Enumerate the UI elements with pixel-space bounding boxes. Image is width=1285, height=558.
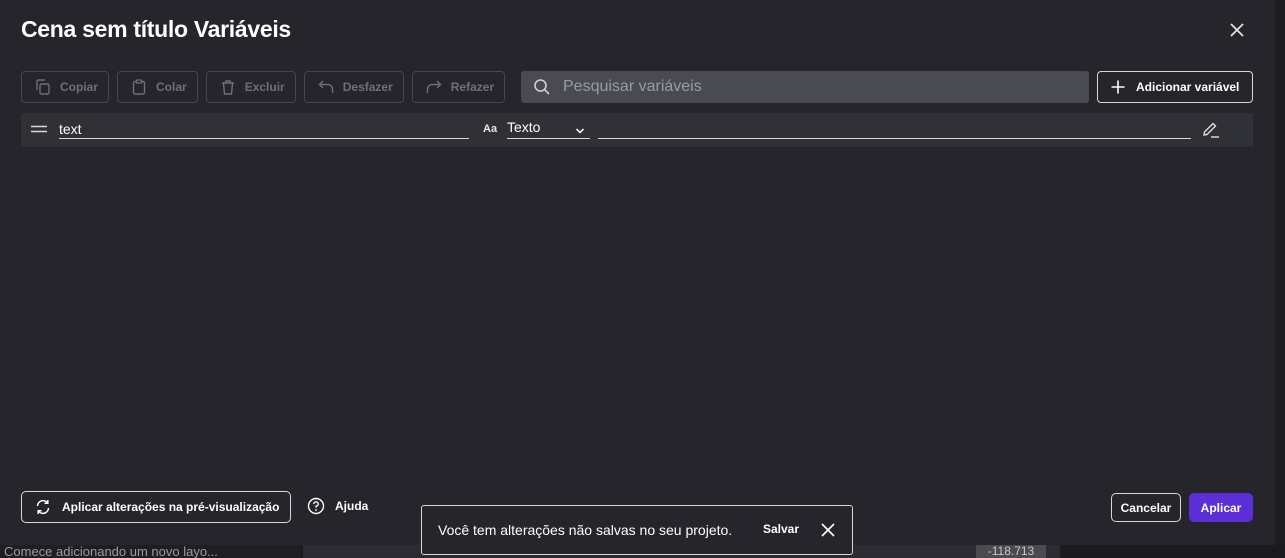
- variable-name-field[interactable]: text: [59, 117, 469, 139]
- paste-button[interactable]: Colar: [117, 71, 198, 103]
- close-icon[interactable]: [820, 522, 836, 538]
- redo-button[interactable]: Refazer: [411, 71, 506, 103]
- help-icon: [307, 497, 325, 515]
- layer-hint: Comece adicionando um novo layo...: [0, 545, 300, 558]
- variable-type-value: Texto: [507, 119, 541, 135]
- undo-button[interactable]: Desfazer: [303, 71, 404, 103]
- variable-type-select[interactable]: Texto: [507, 117, 590, 139]
- plus-icon: [1111, 80, 1125, 94]
- apply-preview-label: Aplicar alterações na pré-visualização: [62, 500, 280, 514]
- copy-icon: [36, 79, 50, 95]
- undo-label: Desfazer: [342, 80, 393, 94]
- unsaved-changes-toast: Você tem alterações não salvas no seu pr…: [421, 505, 853, 555]
- close-icon[interactable]: [1227, 20, 1247, 40]
- redo-label: Refazer: [450, 80, 495, 94]
- copy-button[interactable]: Copiar: [21, 71, 110, 103]
- search-box: [521, 71, 1089, 103]
- cancel-button[interactable]: Cancelar: [1111, 493, 1181, 522]
- variable-row: text Aa Texto: [21, 113, 1253, 147]
- chevron-down-icon: [575, 128, 585, 134]
- toast-save-button[interactable]: Salvar: [763, 522, 799, 536]
- help-button[interactable]: Ajuda: [307, 497, 368, 515]
- redo-icon: [426, 80, 442, 93]
- search-icon: [534, 79, 550, 95]
- delete-label: Excluir: [244, 80, 285, 94]
- window-edge: [1275, 0, 1285, 558]
- undo-icon: [318, 80, 333, 93]
- text-type-icon: Aa: [483, 123, 497, 135]
- copy-label: Copiar: [60, 80, 99, 94]
- toolbar: Copiar Colar Excluir Desfazer Refazer: [21, 71, 506, 103]
- dialog-title: Cena sem título Variáveis: [21, 16, 291, 42]
- variables-dialog: Cena sem título Variáveis Copiar Colar E…: [0, 0, 1275, 545]
- edit-pencil-icon[interactable]: [1201, 121, 1221, 139]
- add-variable-button[interactable]: Adicionar variável: [1097, 71, 1253, 103]
- toast-message: Você tem alterações não salvas no seu pr…: [438, 522, 733, 538]
- delete-button[interactable]: Excluir: [205, 71, 296, 103]
- drag-handle-icon[interactable]: [31, 124, 47, 134]
- clipboard-icon: [132, 79, 146, 95]
- help-label: Ajuda: [335, 499, 369, 513]
- paste-label: Colar: [156, 80, 187, 94]
- add-variable-label: Adicionar variável: [1136, 80, 1240, 94]
- trash-icon: [221, 80, 234, 95]
- apply-button[interactable]: Aplicar: [1189, 493, 1253, 522]
- sync-icon: [36, 499, 50, 515]
- search-input[interactable]: [563, 78, 1063, 96]
- apply-preview-button[interactable]: Aplicar alterações na pré-visualização: [21, 491, 291, 523]
- variable-value-field[interactable]: [598, 117, 1191, 139]
- coordinate-readout: -118.713: [976, 545, 1046, 558]
- type-icon-label: Aa: [483, 123, 498, 135]
